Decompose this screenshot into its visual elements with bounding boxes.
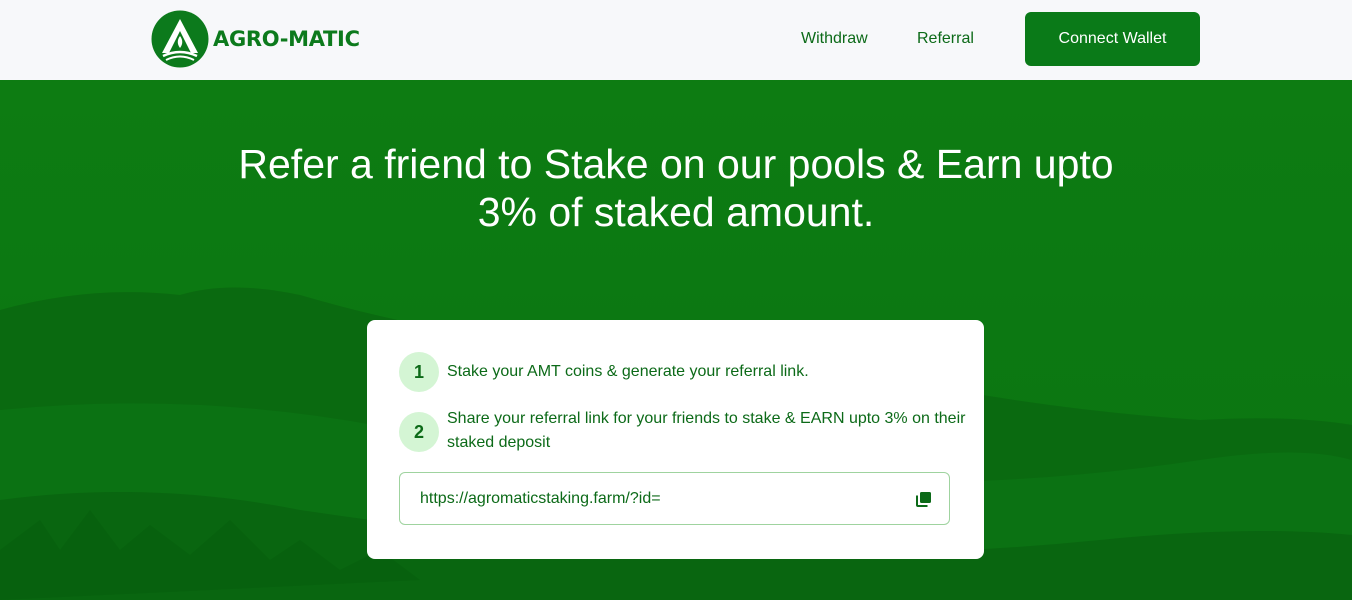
- brand-name: AGRO-MATIC: [213, 27, 360, 51]
- step-1: 1 Stake your AMT coins & generate your r…: [399, 352, 967, 392]
- referral-link-field: [399, 472, 950, 525]
- referral-link-input[interactable]: [420, 487, 900, 511]
- nav-referral-link[interactable]: Referral: [917, 29, 974, 49]
- referral-hero: Refer a friend to Stake on our pools & E…: [0, 80, 1352, 600]
- step-description: Share your referral link for your friend…: [447, 410, 966, 451]
- nav-withdraw-link[interactable]: Withdraw: [801, 29, 868, 49]
- copy-icon[interactable]: [916, 491, 932, 507]
- leaf-triangle-logo-icon: [151, 10, 209, 68]
- connect-wallet-button[interactable]: Connect Wallet: [1025, 12, 1200, 66]
- hero-title: Refer a friend to Stake on our pools & E…: [238, 141, 1114, 235]
- step-number-badge: 1: [399, 352, 439, 392]
- step-description: Stake your AMT coins & generate your ref…: [447, 363, 809, 380]
- referral-card: 1 Stake your AMT coins & generate your r…: [367, 320, 984, 559]
- top-navbar: AGRO-MATIC Withdraw Referral Connect Wal…: [0, 0, 1352, 80]
- step-2: 2 Share your referral link for your frie…: [399, 410, 967, 455]
- brand-logo[interactable]: AGRO-MATIC: [151, 10, 360, 68]
- step-number-badge: 2: [399, 412, 439, 452]
